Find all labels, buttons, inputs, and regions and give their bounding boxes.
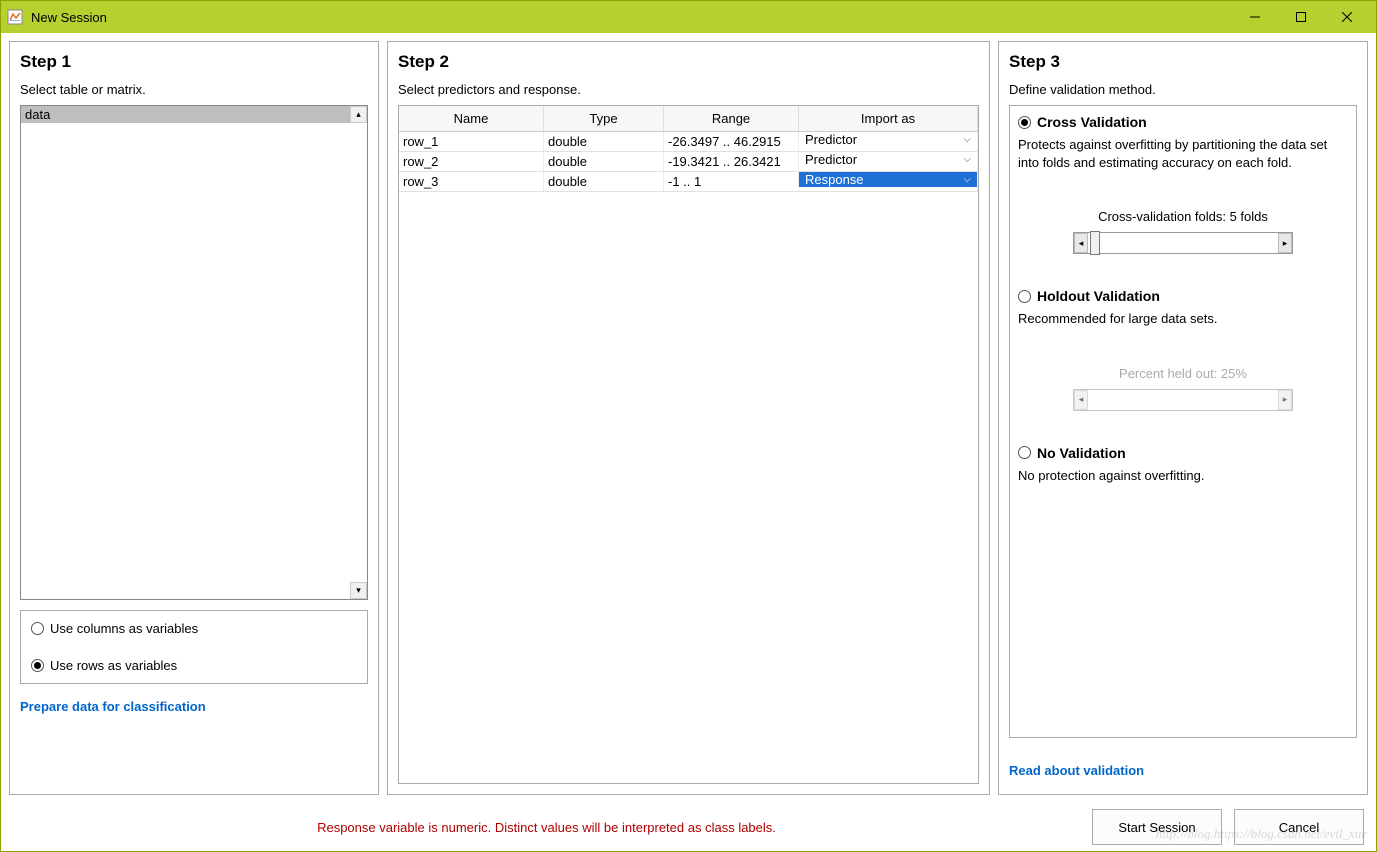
step3-subtitle: Define validation method. — [1009, 82, 1357, 97]
read-validation-link[interactable]: Read about validation — [1009, 763, 1144, 778]
footer: Response variable is numeric. Distinct v… — [1, 803, 1376, 851]
folds-slider[interactable]: ◂ ▸ — [1073, 232, 1293, 254]
cell-range: -26.3497 .. 46.2915 — [664, 132, 799, 151]
table-row[interactable]: row_1double-26.3497 .. 46.2915 Predictor ⌵ — [399, 132, 978, 152]
cell-import[interactable]: Response ⌵ — [799, 172, 978, 191]
radio-no-validation[interactable]: No Validation — [1018, 445, 1348, 461]
slider-right-icon[interactable]: ▸ — [1278, 233, 1292, 253]
step1-title: Step 1 — [20, 52, 368, 72]
cell-name: row_2 — [399, 152, 544, 171]
slider-right-icon: ▸ — [1278, 390, 1292, 410]
import-value: Predictor — [805, 152, 857, 167]
table-header: Name Type Range Import as — [399, 106, 978, 132]
window-title: New Session — [31, 10, 1232, 25]
app-icon — [7, 9, 23, 25]
folds-label: Cross-validation folds: 5 folds — [1018, 209, 1348, 224]
radio-columns[interactable]: Use columns as variables — [31, 621, 357, 636]
option-label: Cross Validation — [1037, 114, 1147, 130]
step3-title: Step 3 — [1009, 52, 1357, 72]
chevron-down-icon: ⌵ — [963, 134, 971, 145]
step3-panel: Step 3 Define validation method. Cross V… — [998, 41, 1368, 795]
maximize-button[interactable] — [1278, 1, 1324, 33]
holdout-slider: ◂ ▸ — [1073, 389, 1293, 411]
import-dropdown[interactable]: Predictor ⌵ — [799, 152, 977, 167]
minimize-button[interactable] — [1232, 1, 1278, 33]
col-name[interactable]: Name — [399, 106, 544, 131]
radio-label: Use rows as variables — [50, 658, 177, 673]
cell-range: -19.3421 .. 26.3421 — [664, 152, 799, 171]
prepare-data-link[interactable]: Prepare data for classification — [20, 699, 206, 714]
predictors-table: Name Type Range Import as row_1double-26… — [398, 105, 979, 784]
holdout-validation-block: Holdout Validation Recommended for large… — [1018, 288, 1348, 411]
cross-validation-block: Cross Validation Protects against overfi… — [1018, 114, 1348, 254]
import-dropdown[interactable]: Response ⌵ — [799, 172, 977, 187]
slider-track[interactable] — [1088, 233, 1278, 253]
import-dropdown[interactable]: Predictor ⌵ — [799, 132, 977, 147]
import-value: Response — [805, 172, 864, 187]
cell-import[interactable]: Predictor ⌵ — [799, 152, 978, 171]
step1-panel: Step 1 Select table or matrix. data ▴ ▾ … — [9, 41, 379, 795]
scroll-up-icon[interactable]: ▴ — [350, 106, 367, 123]
step2-subtitle: Select predictors and response. — [398, 82, 979, 97]
step1-subtitle: Select table or matrix. — [20, 82, 368, 97]
start-session-button[interactable]: Start Session — [1092, 809, 1222, 845]
table-body: row_1double-26.3497 .. 46.2915Predictor⌵… — [399, 132, 978, 192]
col-import[interactable]: Import as — [799, 106, 978, 131]
window-buttons — [1232, 1, 1370, 33]
cell-import[interactable]: Predictor ⌵ — [799, 132, 978, 151]
validation-options: Cross Validation Protects against overfi… — [1009, 105, 1357, 738]
cell-name: row_1 — [399, 132, 544, 151]
cell-type: double — [544, 172, 664, 191]
cell-type: double — [544, 132, 664, 151]
radio-label: Use columns as variables — [50, 621, 198, 636]
option-desc: Protects against overfitting by partitio… — [1018, 136, 1348, 171]
radio-icon — [31, 659, 44, 672]
list-item[interactable]: data — [21, 106, 367, 123]
slider-thumb[interactable] — [1090, 231, 1100, 255]
table-row[interactable]: row_3double-1 .. 1 Response ⌵ — [399, 172, 978, 192]
data-listbox[interactable]: data ▴ ▾ — [20, 105, 368, 600]
radio-icon — [1018, 446, 1031, 459]
cancel-button[interactable]: Cancel — [1234, 809, 1364, 845]
radio-icon — [1018, 116, 1031, 129]
radio-icon — [31, 622, 44, 635]
window: New Session Step 1 Select table or matri… — [0, 0, 1377, 852]
slider-left-icon: ◂ — [1074, 390, 1088, 410]
radio-holdout-validation[interactable]: Holdout Validation — [1018, 288, 1348, 304]
col-range[interactable]: Range — [664, 106, 799, 131]
status-message: Response variable is numeric. Distinct v… — [13, 820, 1080, 835]
option-desc: No protection against overfitting. — [1018, 467, 1348, 485]
close-button[interactable] — [1324, 1, 1370, 33]
radio-cross-validation[interactable]: Cross Validation — [1018, 114, 1348, 130]
option-desc: Recommended for large data sets. — [1018, 310, 1348, 328]
table-row[interactable]: row_2double-19.3421 .. 26.3421 Predictor ⌵ — [399, 152, 978, 172]
content: Step 1 Select table or matrix. data ▴ ▾ … — [1, 33, 1376, 803]
scroll-down-icon[interactable]: ▾ — [350, 582, 367, 599]
chevron-down-icon: ⌵ — [963, 174, 971, 185]
col-type[interactable]: Type — [544, 106, 664, 131]
cell-range: -1 .. 1 — [664, 172, 799, 191]
slider-track — [1088, 390, 1278, 410]
radio-rows[interactable]: Use rows as variables — [31, 658, 357, 673]
cell-type: double — [544, 152, 664, 171]
radio-icon — [1018, 290, 1031, 303]
slider-left-icon[interactable]: ◂ — [1074, 233, 1088, 253]
import-value: Predictor — [805, 132, 857, 147]
holdout-label: Percent held out: 25% — [1018, 366, 1348, 381]
no-validation-block: No Validation No protection against over… — [1018, 445, 1348, 485]
step2-title: Step 2 — [398, 52, 979, 72]
option-label: No Validation — [1037, 445, 1126, 461]
cell-name: row_3 — [399, 172, 544, 191]
option-label: Holdout Validation — [1037, 288, 1160, 304]
step2-panel: Step 2 Select predictors and response. N… — [387, 41, 990, 795]
variables-radiogroup: Use columns as variables Use rows as var… — [20, 610, 368, 684]
chevron-down-icon: ⌵ — [963, 154, 971, 165]
titlebar: New Session — [1, 1, 1376, 33]
